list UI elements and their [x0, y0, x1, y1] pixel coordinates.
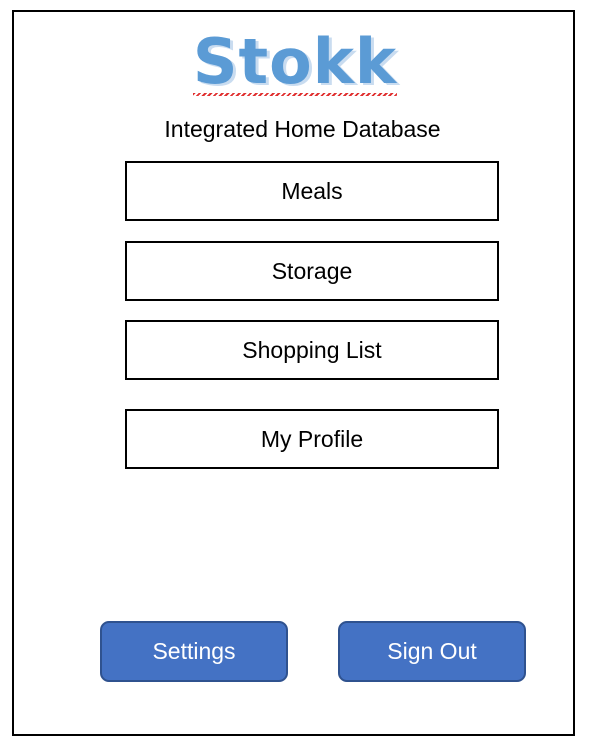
sign-out-button-label: Sign Out [387, 638, 477, 664]
sign-out-button[interactable]: Sign Out [338, 621, 526, 682]
app-logo: Stokk [0, 22, 590, 102]
shopping-list-button-label: Shopping List [242, 336, 382, 363]
storage-button[interactable]: Storage [125, 241, 499, 301]
meals-button-label: Meals [281, 177, 343, 204]
app-subtitle: Integrated Home Database [164, 116, 441, 142]
my-profile-button-label: My Profile [260, 425, 364, 452]
settings-button-label: Settings [152, 638, 236, 664]
my-profile-button[interactable]: My Profile [125, 409, 499, 469]
meals-button[interactable]: Meals [125, 161, 499, 221]
shopping-list-button[interactable]: Shopping List [125, 320, 499, 380]
logo-text: Stokk [192, 22, 398, 102]
storage-button-label: Storage [271, 257, 353, 284]
settings-button[interactable]: Settings [100, 621, 288, 682]
